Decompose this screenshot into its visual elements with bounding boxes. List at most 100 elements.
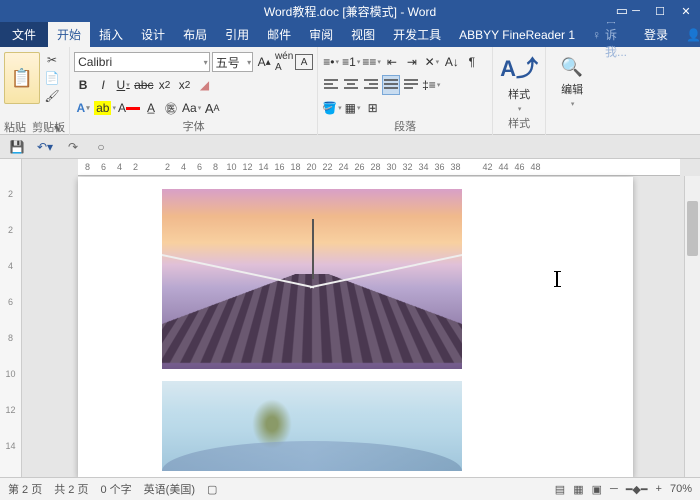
qat-customize-button[interactable]: ○ bbox=[92, 138, 110, 156]
tab-home[interactable]: 开始 bbox=[48, 22, 90, 47]
tab-addin[interactable]: ABBYY FineReader 1 bbox=[450, 22, 584, 47]
tab-developer[interactable]: 开发工具 bbox=[384, 22, 450, 47]
show-marks-button[interactable]: ¶ bbox=[463, 52, 481, 72]
status-language[interactable]: 英语(美国) bbox=[144, 481, 195, 497]
clear-formatting-button[interactable]: ◢ bbox=[195, 75, 213, 95]
tab-references[interactable]: 引用 bbox=[216, 22, 258, 47]
strikethrough-button[interactable]: abc bbox=[134, 75, 153, 95]
phonetic-guide-button[interactable]: wénA bbox=[275, 52, 293, 72]
font-color-button[interactable]: A bbox=[118, 98, 140, 118]
lightbulb-icon: ♀ bbox=[592, 28, 601, 42]
read-mode-button[interactable]: ▤ bbox=[555, 483, 565, 496]
minimize-button[interactable]: ─ bbox=[624, 0, 648, 22]
line-spacing-button[interactable]: ‡≡▾ bbox=[422, 75, 440, 95]
justify-button[interactable] bbox=[382, 75, 400, 95]
title-bar: Word教程.doc [兼容模式] - Word ▭ ─ ☐ ✕ bbox=[0, 0, 700, 22]
align-center-button[interactable] bbox=[342, 75, 360, 95]
editing-button[interactable]: 🔍 编辑 ▾ bbox=[550, 49, 594, 115]
font-size-combo[interactable]: 五号▾ bbox=[212, 52, 254, 72]
tab-file[interactable]: 文件 bbox=[0, 22, 48, 47]
underline-button[interactable]: U▾ bbox=[114, 75, 132, 95]
text-effects-button[interactable]: A▾ bbox=[74, 98, 92, 118]
tab-design[interactable]: 设计 bbox=[132, 22, 174, 47]
document-area: 22468101214 8642246810121416182022242628… bbox=[0, 159, 700, 477]
numbering-button[interactable]: ≡1▾ bbox=[342, 52, 360, 72]
zoom-level[interactable]: 70% bbox=[670, 483, 692, 495]
status-words[interactable]: 0 个字 bbox=[100, 481, 131, 497]
document-title: Word教程.doc [兼容模式] - Word bbox=[264, 3, 436, 20]
zoom-out-button[interactable]: ─ bbox=[610, 483, 618, 495]
grow-font-button[interactable]: A▴ bbox=[255, 52, 273, 72]
macro-recording-icon[interactable]: ▢ bbox=[207, 483, 217, 496]
bold-button[interactable]: B bbox=[74, 75, 92, 95]
character-border-button[interactable]: A bbox=[295, 54, 313, 70]
align-right-button[interactable] bbox=[362, 75, 380, 95]
horizontal-ruler[interactable]: 8642246810121416182022242628303234363842… bbox=[78, 159, 680, 176]
sort-button[interactable]: A↓ bbox=[443, 52, 461, 72]
font-name-combo[interactable]: Calibri▾ bbox=[74, 52, 210, 72]
group-editing: 🔍 编辑 ▾ bbox=[546, 47, 598, 135]
group-font: Calibri▾ 五号▾ A▴ wénA A B I U▾ abc x2 x2 … bbox=[70, 47, 318, 135]
zoom-slider[interactable]: ━◆━ bbox=[626, 483, 648, 496]
multilevel-list-button[interactable]: ≡≡▾ bbox=[362, 52, 381, 72]
styles-button[interactable]: A⤴ 样式 ▾ bbox=[497, 49, 541, 115]
font-grow-shrink-button[interactable]: AA bbox=[203, 98, 221, 118]
image-watercolor-landscape[interactable] bbox=[162, 381, 462, 471]
distribute-button[interactable] bbox=[402, 75, 420, 95]
document-page[interactable] bbox=[78, 177, 633, 477]
redo-button[interactable]: ↷ bbox=[64, 138, 82, 156]
zoom-in-button[interactable]: + bbox=[656, 483, 662, 495]
group-styles: A⤴ 样式 ▾ 样式 bbox=[493, 47, 546, 135]
format-painter-button[interactable]: 🖌 bbox=[42, 88, 62, 104]
snap-to-grid-button[interactable]: ⊞ bbox=[364, 98, 382, 118]
enclose-characters-button[interactable]: ㊩ bbox=[162, 98, 180, 118]
asian-layout-button[interactable]: ✕▾ bbox=[423, 52, 441, 72]
print-layout-button[interactable]: ▦ bbox=[573, 483, 583, 496]
status-page[interactable]: 第 2 页 bbox=[8, 481, 42, 497]
window-controls: ─ ☐ ✕ bbox=[624, 0, 700, 22]
share-button[interactable]: 👤共享 bbox=[677, 22, 700, 47]
chevron-down-icon: ▾ bbox=[518, 105, 522, 113]
align-left-button[interactable] bbox=[322, 75, 340, 95]
chevron-down-icon: ▾ bbox=[204, 58, 208, 67]
group-label-editing bbox=[550, 115, 594, 131]
group-paragraph: ≡•▾ ≡1▾ ≡≡▾ ⇤ ⇥ ✕▾ A↓ ¶ ‡≡▾ 🪣▾ ▦▾ ⊞ bbox=[318, 47, 493, 135]
tab-review[interactable]: 审阅 bbox=[300, 22, 342, 47]
paste-button[interactable]: 📋 bbox=[4, 52, 40, 104]
status-pages[interactable]: 共 2 页 bbox=[54, 481, 88, 497]
shading-button[interactable]: 🪣▾ bbox=[322, 98, 341, 118]
change-case-button[interactable]: Aa▾ bbox=[182, 98, 201, 118]
superscript-button[interactable]: x2 bbox=[175, 75, 193, 95]
tab-view[interactable]: 视图 bbox=[342, 22, 384, 47]
italic-button[interactable]: I bbox=[94, 75, 112, 95]
ribbon-tabs: 文件 开始 插入 设计 布局 引用 邮件 审阅 视图 开发工具 ABBYY Fi… bbox=[0, 22, 700, 47]
web-layout-button[interactable]: ▣ bbox=[592, 483, 602, 496]
character-shading-button[interactable]: A̲ bbox=[142, 98, 160, 118]
decrease-indent-button[interactable]: ⇤ bbox=[383, 52, 401, 72]
ribbon: 📋 ✂ 📄 🖌 粘贴 剪贴板⬊ Calibri▾ 五号▾ A▴ wénA A B… bbox=[0, 47, 700, 135]
tell-me-search[interactable]: ♀ 告诉我... bbox=[584, 22, 635, 47]
tab-mailings[interactable]: 邮件 bbox=[258, 22, 300, 47]
maximize-button[interactable]: ☐ bbox=[648, 0, 672, 22]
login-button[interactable]: 登录 bbox=[635, 22, 677, 47]
subscript-button[interactable]: x2 bbox=[155, 75, 173, 95]
close-button[interactable]: ✕ bbox=[672, 0, 700, 22]
tab-layout[interactable]: 布局 bbox=[174, 22, 216, 47]
cut-button[interactable]: ✂ bbox=[42, 52, 62, 68]
text-cursor bbox=[556, 271, 558, 287]
undo-button[interactable]: ↶▾ bbox=[36, 138, 54, 156]
clipboard-launcher[interactable]: ⬊ bbox=[51, 123, 63, 135]
vertical-ruler[interactable]: 22468101214 bbox=[0, 159, 22, 477]
quick-access-toolbar: 💾 ↶▾ ↷ ○ bbox=[0, 135, 700, 159]
highlight-button[interactable]: ab▾ bbox=[94, 98, 116, 118]
increase-indent-button[interactable]: ⇥ bbox=[403, 52, 421, 72]
copy-button[interactable]: 📄 bbox=[42, 70, 62, 86]
group-label-font: 字体 bbox=[74, 118, 313, 134]
save-button[interactable]: 💾 bbox=[8, 138, 26, 156]
group-label-clipboard: 粘贴 剪贴板⬊ bbox=[4, 119, 65, 135]
tab-insert[interactable]: 插入 bbox=[90, 22, 132, 47]
vertical-scrollbar[interactable] bbox=[684, 176, 700, 477]
bullets-button[interactable]: ≡•▾ bbox=[322, 52, 340, 72]
borders-button[interactable]: ▦▾ bbox=[344, 98, 362, 118]
image-pier-sunset[interactable] bbox=[162, 189, 462, 369]
